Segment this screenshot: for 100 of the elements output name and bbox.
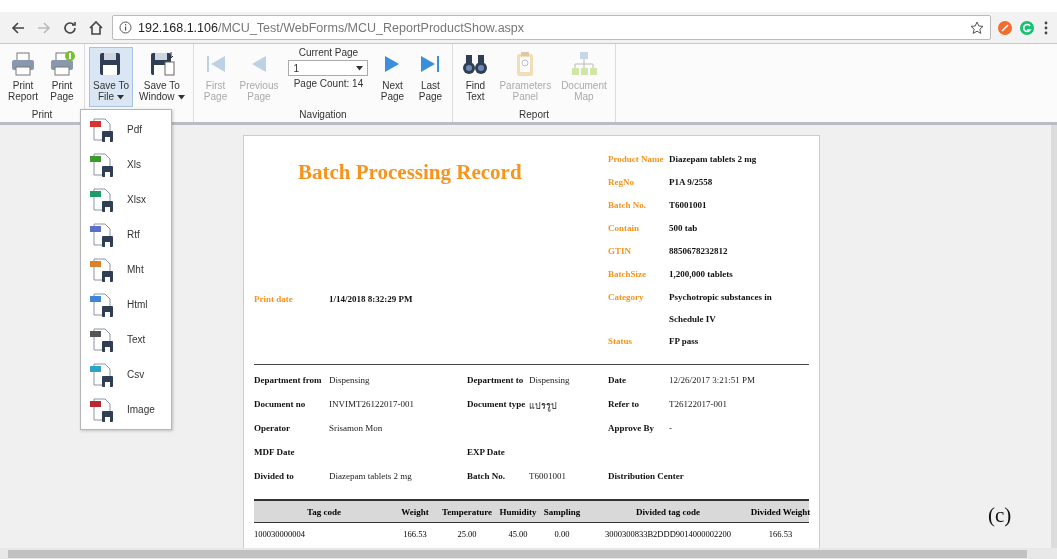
field-label: EXP Date [467,447,505,457]
field-label: GTIN [608,245,632,258]
toolbar-button[interactable]: Next Page [374,47,411,107]
caret-icon [177,94,185,100]
info-icon [119,21,132,34]
file-save-icon [89,221,115,248]
star-icon[interactable] [970,20,984,35]
file-save-icon [89,291,115,318]
page-count: Page Count: 14 [293,78,364,89]
file-save-icon [89,361,115,388]
field-label: Category [608,291,645,304]
printer-icon [48,50,76,78]
field-label: Refer to [608,399,640,409]
menu-item[interactable]: Xlsx [81,182,171,217]
field-value: 500 tab [669,222,699,235]
caret-icon [356,65,364,71]
field-label: Department from [254,375,322,385]
field-value: T6001001 [669,199,708,212]
file-save-icon [89,396,115,423]
file-save-icon [89,326,115,353]
field-value: - [669,423,673,433]
field-value: Dispensing [529,375,571,385]
column-header: Sampling [542,506,582,517]
menu-item[interactable]: Xls [81,147,171,182]
field-value: 8850678232812 [669,245,729,258]
field-value: แปรรูป [529,400,558,413]
menu-item[interactable]: Text [81,322,171,357]
page-select[interactable]: 1 [288,60,369,76]
address-bar[interactable]: 192.168.1.106/MCU_Test/WebForms/MCU_ReportProductShow.aspx [112,15,991,40]
field-label: Divided to [254,471,294,481]
field-value: 12/26/2017 3:21:51 PM [669,375,756,385]
field-label: Distribution Center [608,471,684,481]
table-cell-text: 166.53 [402,529,428,539]
column-header: Humidity [498,506,538,517]
url-text: 192.168.1.106/MCU_Test/WebForms/MCU_ReportProductShow.aspx [138,20,525,35]
toolbar-button[interactable]: Save To File [89,47,133,107]
field-value: Diazepam tablets 2 mg [329,471,413,481]
field-label: Status [608,335,633,348]
field-label: Batch No. [608,199,647,212]
menu-item[interactable]: Csv [81,357,171,392]
field-label: Document no [254,399,306,409]
printer-icon [9,50,37,78]
field-value: FP pass [669,335,700,348]
field-value: Dispensing [329,375,371,385]
menu-item[interactable]: Mht [81,252,171,287]
column-header: Divided Weight [750,506,811,517]
field-value: 1,200,000 tablets [669,268,734,281]
toolbar-button[interactable]: Print Page [44,47,80,107]
field-value: T6001001 [529,471,567,481]
toolbar-button[interactable]: Find Text [457,47,494,107]
toolbar-button[interactable]: Save To Window [134,47,189,107]
menu-item[interactable]: Rtf [81,217,171,252]
report-title: Batch Processing Record [297,159,523,185]
document-map-icon [569,50,598,78]
field-value: P1A 9/2558 [669,176,714,189]
file-save-icon [89,256,115,283]
field-label: Batch No. [467,471,505,481]
back-arrow-icon [10,19,26,36]
forward-arrow-icon [36,19,52,36]
file-save-icon [89,151,115,178]
group-label: Print [30,108,54,122]
field-value: T26122017-001 [669,399,728,409]
reload-icon [62,19,78,36]
field-label: Approve By [608,423,655,433]
file-save-icon [89,116,115,143]
extension-icon[interactable] [997,19,1013,36]
field-label: BatchSize [608,268,647,281]
field-label: MDF Date [254,447,295,457]
field-value: Psychotropic substances in Schedule IV [669,291,773,326]
menu-item[interactable]: Html [81,287,171,322]
table-cell-text: 25.00 [456,529,478,539]
toolbar-button[interactable]: Print Report [4,47,42,107]
menu-item[interactable]: Image [81,392,171,427]
field-value: INVIMT26122017-001 [329,399,415,409]
field-label: Document type [467,399,526,409]
field-label: Contain [608,222,640,235]
toolbar-button[interactable]: Last Page [412,47,449,107]
field-value: Diazepam tablets 2 mg [669,153,758,166]
table-cell-text: 166.53 [767,529,794,539]
file-save-icon [89,186,115,213]
current-page-label: Current Page [298,47,359,58]
column-header: Divided tag code [635,506,701,517]
group-label: Navigation [298,108,348,122]
figure-label: (c) [988,503,1012,528]
field-label: Date [608,375,626,385]
field-label: Department to [467,375,524,385]
column-header: Temperature [441,506,493,517]
scrollbar-thumb[interactable] [8,549,1027,558]
field-label: Operator [254,423,290,433]
table-cell-text: 100030000004 [254,529,306,539]
home-icon [88,19,104,36]
column-header: Tag code [306,506,342,517]
table-cell-text: 45.00 [507,529,529,539]
table-cell-text: 0.00 [553,529,571,539]
field-label: Product Name [608,153,665,166]
field-label: Print date [254,293,294,305]
caret-icon [117,94,125,100]
group-label: Report [518,108,551,122]
menu-item[interactable]: Pdf [81,112,171,147]
field-value: 1/14/2018 8:32:29 PM [329,293,413,305]
